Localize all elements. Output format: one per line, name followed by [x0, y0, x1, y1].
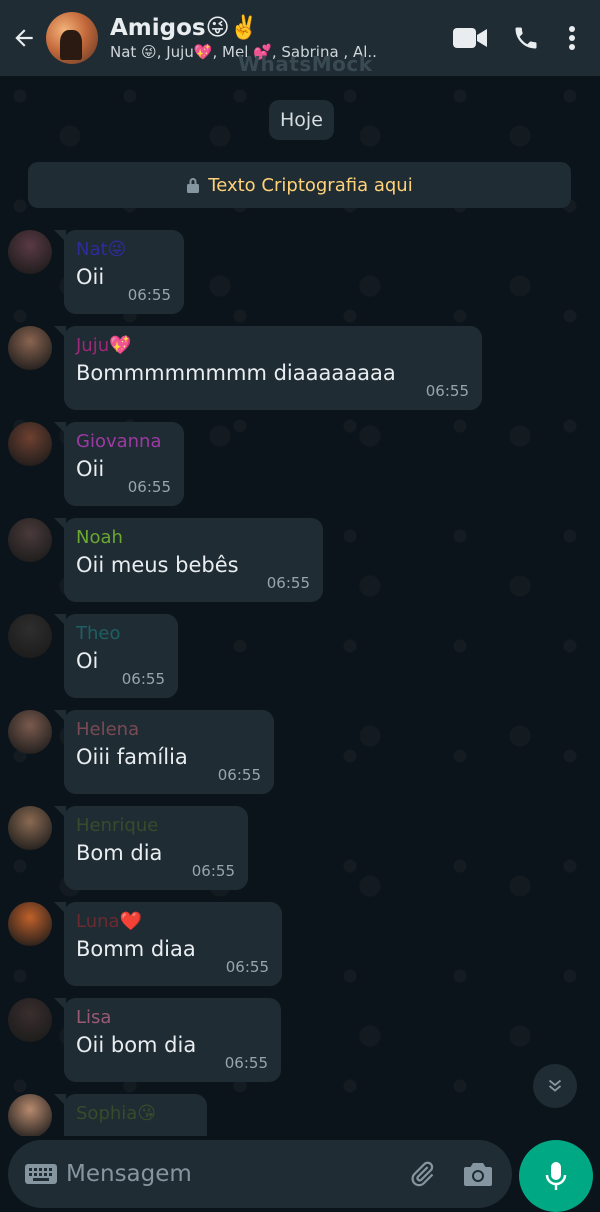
sender-avatar[interactable] [8, 230, 52, 274]
sender-avatar[interactable] [8, 710, 52, 754]
sender-avatar[interactable] [8, 806, 52, 850]
group-avatar[interactable] [46, 12, 98, 64]
sender-avatar[interactable] [8, 422, 52, 466]
message-time: 06:55 [121, 670, 165, 688]
sender-name: Nat😜 [76, 239, 127, 260]
message-bubble[interactable]: Helena Oiii família 06:55 [54, 710, 274, 794]
keyboard-icon[interactable] [24, 1162, 58, 1186]
sender-avatar[interactable] [8, 902, 52, 946]
sender-name: Henrique [76, 815, 159, 836]
arrow-left-icon [15, 29, 33, 47]
message-bubble[interactable]: Theo Oi 06:55 [54, 614, 178, 698]
sender-avatar[interactable] [8, 518, 52, 562]
sender-name: Juju💖 [76, 335, 132, 356]
message-list[interactable]: Hoje Texto Criptografia aqui Nat😜 Oii 06… [0, 76, 600, 1136]
header-actions [442, 8, 590, 68]
lock-icon [187, 178, 200, 193]
encryption-banner-text: Texto Criptografia aqui [208, 174, 413, 196]
composer [0, 1136, 600, 1212]
message-time: 06:55 [225, 958, 269, 976]
message-time: 06:55 [191, 862, 235, 880]
voice-call-button[interactable] [498, 8, 554, 68]
date-chip: Hoje [269, 100, 334, 140]
message-time: 06:55 [127, 478, 171, 496]
video-call-button[interactable] [442, 8, 498, 68]
double-chevron-down-icon [548, 1079, 562, 1092]
chat-title: Amigos😜✌️ [110, 15, 259, 41]
message-time: 06:55 [224, 1054, 268, 1072]
microphone-icon [545, 1162, 567, 1190]
sender-name: Helena [76, 719, 140, 740]
message-text: Oii [76, 265, 105, 289]
sender-avatar[interactable] [8, 614, 52, 658]
menu-button[interactable] [554, 8, 590, 68]
message-time: 06:55 [266, 574, 310, 592]
watermark: WhatsMock [238, 52, 373, 76]
message-text: Bommmmmmmm diaaaaaaaa [76, 361, 396, 385]
message-bubble[interactable]: Luna❤️ Bomm diaa 06:55 [54, 902, 282, 986]
message-bubble[interactable]: Juju💖 Bommmmmmmm diaaaaaaaa 06:55 [54, 326, 482, 410]
scroll-to-bottom-button[interactable] [533, 1064, 577, 1108]
message-text: Oii meus bebês [76, 553, 239, 577]
sender-avatar[interactable] [8, 998, 52, 1042]
message-time: 06:55 [425, 382, 469, 400]
message-text: Oii bom dia [76, 1033, 197, 1057]
encryption-banner[interactable]: Texto Criptografia aqui [28, 162, 571, 208]
sender-name: Sophia😘 [76, 1103, 157, 1124]
message-bubble[interactable]: Sophia😘 [54, 1094, 207, 1136]
message-input[interactable] [66, 1161, 394, 1187]
message-bubble[interactable]: Giovanna Oii 06:55 [54, 422, 184, 506]
back-button[interactable] [4, 0, 44, 76]
message-bubble[interactable]: Nat😜 Oii 06:55 [54, 230, 184, 314]
message-bubble[interactable]: Lisa Oii bom dia 06:55 [54, 998, 281, 1082]
paperclip-icon [411, 1161, 434, 1187]
message-text: Oii [76, 457, 105, 481]
message-input-container [8, 1140, 512, 1208]
camera-button[interactable] [450, 1146, 506, 1202]
kebab-menu-icon [569, 26, 575, 50]
sender-name: Giovanna [76, 431, 162, 452]
sender-name: Theo [76, 623, 121, 644]
message-text: Bom dia [76, 841, 163, 865]
sender-name: Noah [76, 527, 123, 548]
message-time: 06:55 [217, 766, 261, 784]
message-text: Bomm diaa [76, 937, 196, 961]
message-text: Oiii família [76, 745, 188, 769]
message-time: 06:55 [127, 286, 171, 304]
message-text: Oi [76, 649, 99, 673]
message-bubble[interactable]: Henrique Bom dia 06:55 [54, 806, 248, 890]
video-camera-icon [453, 28, 487, 48]
sender-avatar[interactable] [8, 326, 52, 370]
camera-icon [464, 1163, 492, 1186]
sender-avatar[interactable] [8, 1094, 52, 1136]
voice-message-button[interactable] [519, 1140, 593, 1212]
attach-button[interactable] [394, 1146, 450, 1202]
sender-name: Luna❤️ [76, 911, 142, 932]
message-bubble[interactable]: Noah Oii meus bebês 06:55 [54, 518, 323, 602]
sender-name: Lisa [76, 1007, 112, 1028]
phone-icon [515, 27, 537, 49]
